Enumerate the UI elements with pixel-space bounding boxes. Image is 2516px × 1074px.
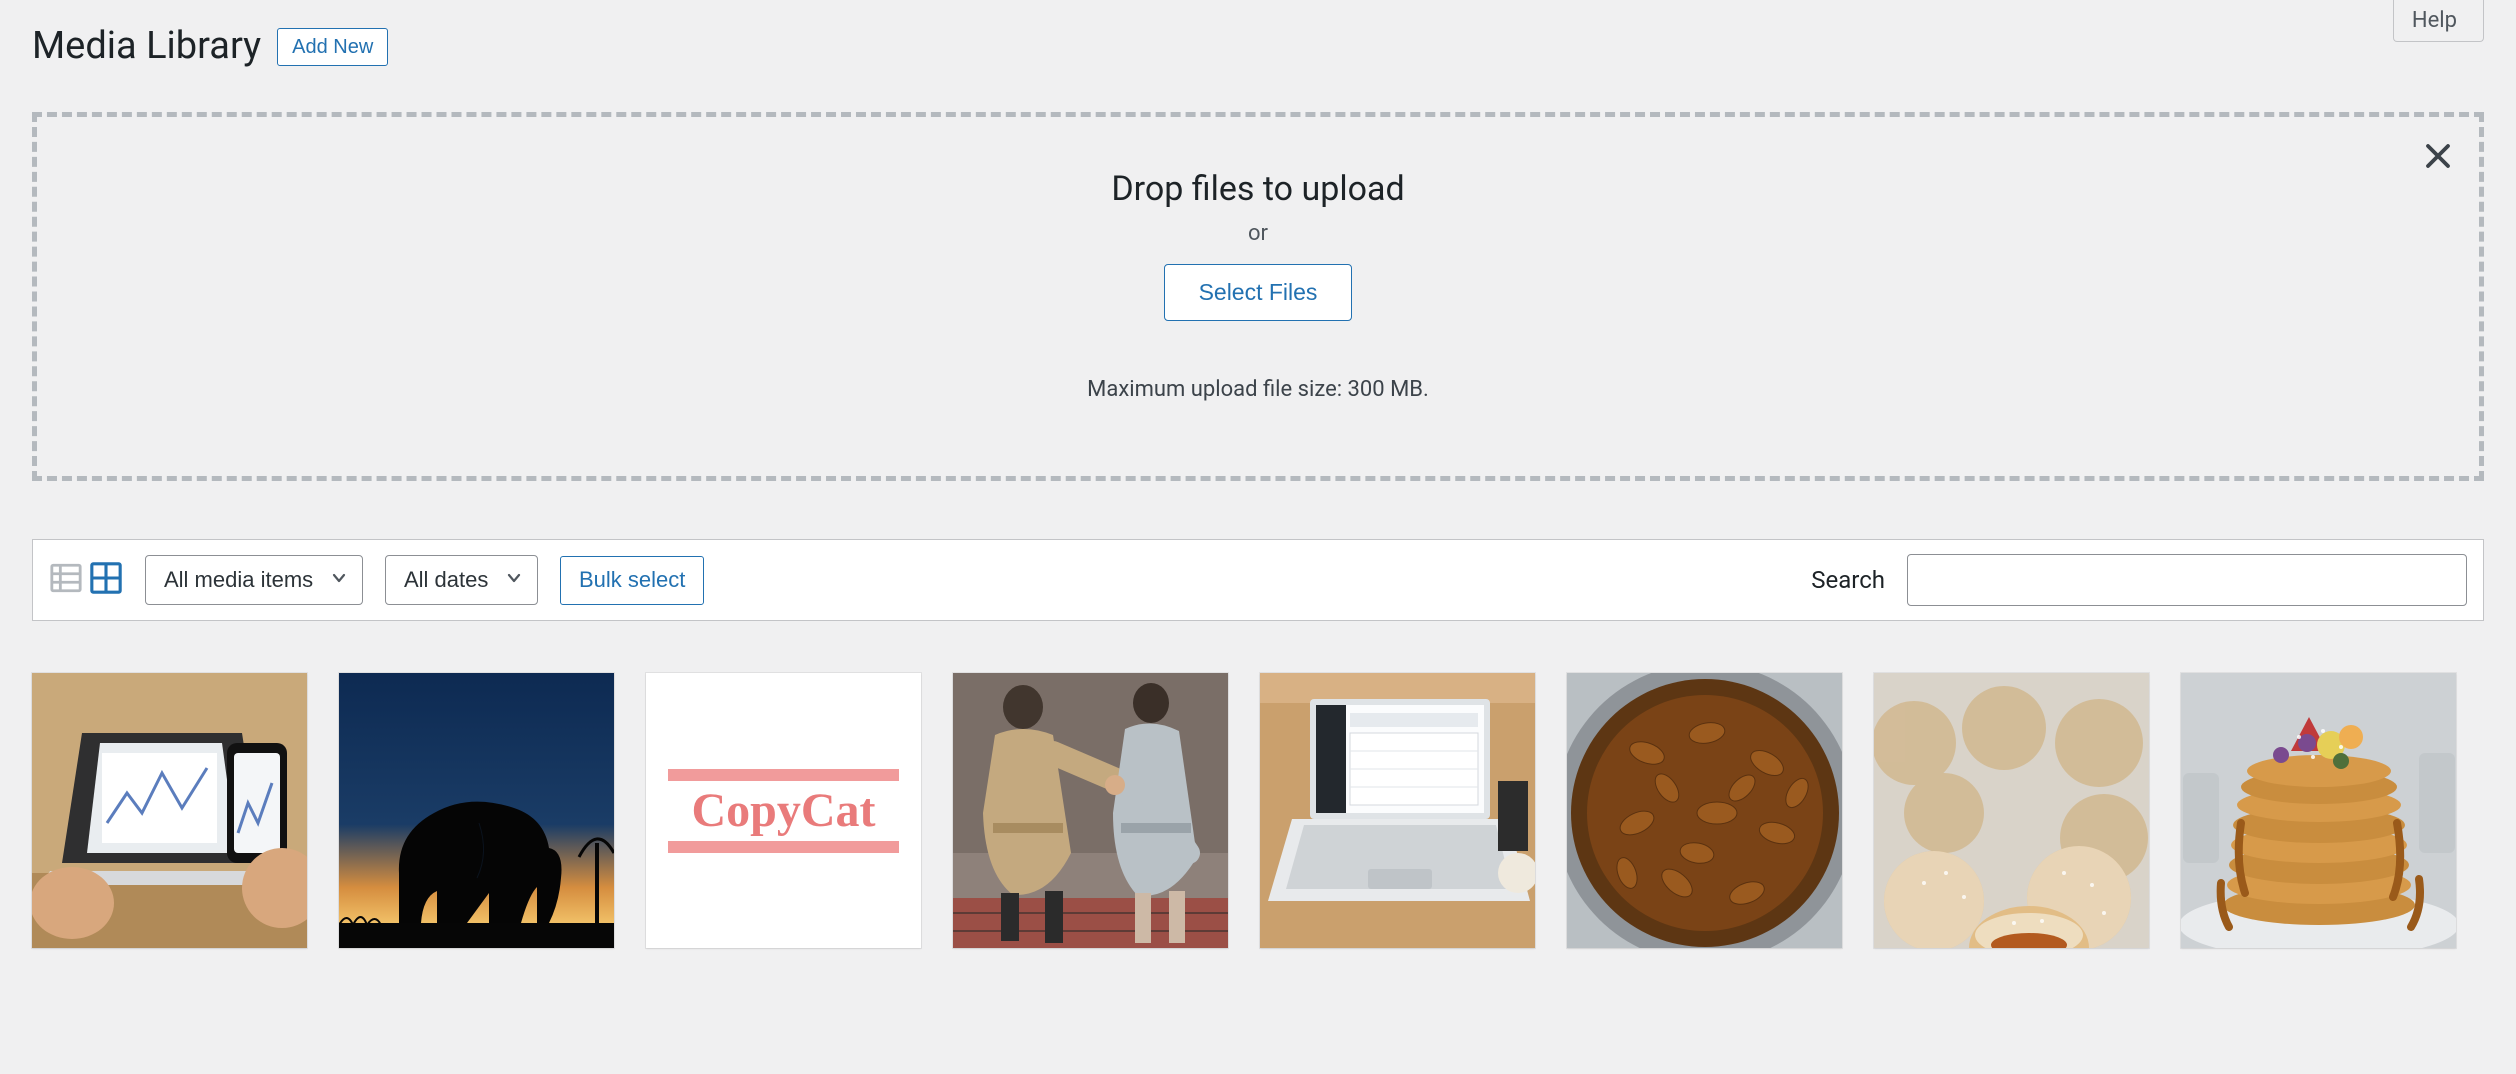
page-title: Media Library xyxy=(32,24,261,70)
media-item[interactable] xyxy=(953,673,1228,948)
media-item[interactable] xyxy=(1874,673,2149,948)
media-item[interactable] xyxy=(32,673,307,948)
logo-text: CopyCat xyxy=(668,781,899,841)
media-type-filter[interactable]: All media items xyxy=(145,555,363,605)
media-item[interactable] xyxy=(1567,673,1842,948)
close-icon[interactable] xyxy=(2423,141,2453,177)
media-item[interactable] xyxy=(2181,673,2456,948)
date-filter[interactable]: All dates xyxy=(385,555,538,605)
dropzone-or: or xyxy=(57,221,2459,246)
search-input[interactable] xyxy=(1907,554,2467,606)
grid-view-icon[interactable] xyxy=(89,561,123,599)
list-view-icon[interactable] xyxy=(49,561,83,599)
media-item[interactable]: CopyCat xyxy=(646,673,921,948)
help-label: Help xyxy=(2412,8,2457,33)
help-toggle[interactable]: Help xyxy=(2393,0,2484,42)
media-toolbar: All media items All dates Bulk select Se… xyxy=(32,539,2484,621)
media-item[interactable] xyxy=(1260,673,1535,948)
add-new-button[interactable]: Add New xyxy=(277,28,388,66)
media-grid: CopyCat xyxy=(32,673,2484,948)
dropzone-max-size: Maximum upload file size: 300 MB. xyxy=(57,377,2459,402)
upload-dropzone[interactable]: Drop files to upload or Select Files Max… xyxy=(32,112,2484,482)
media-item[interactable] xyxy=(339,673,614,948)
dropzone-title: Drop files to upload xyxy=(57,167,2459,211)
logo-bar xyxy=(668,841,899,853)
search-label: Search xyxy=(1811,566,1885,594)
select-files-button[interactable]: Select Files xyxy=(1164,264,1353,322)
logo-bar xyxy=(668,769,899,781)
bulk-select-button[interactable]: Bulk select xyxy=(560,556,704,604)
